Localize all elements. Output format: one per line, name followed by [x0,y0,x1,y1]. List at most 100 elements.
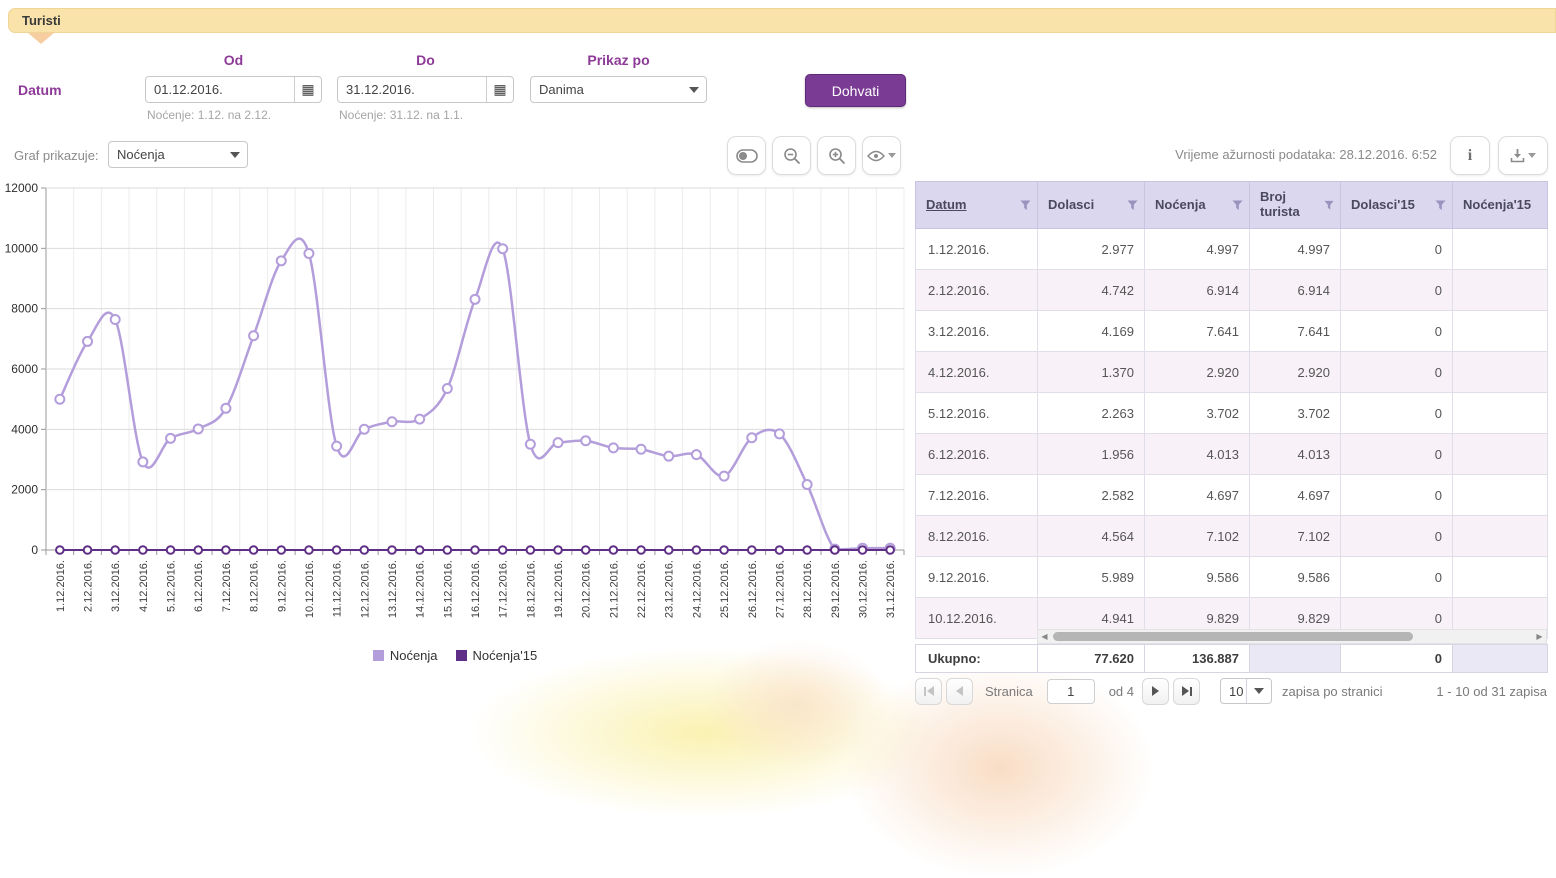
data-point-marker[interactable] [305,546,313,554]
data-point-marker[interactable] [277,546,285,554]
data-point-marker[interactable] [249,331,258,340]
fetch-button[interactable]: Dohvati [805,74,906,107]
data-point-marker[interactable] [250,546,258,554]
data-point-marker[interactable] [582,546,590,554]
date-to-input[interactable] [338,82,486,97]
data-point-marker[interactable] [111,546,119,554]
toggle-mode-button[interactable] [727,136,766,175]
data-point-marker[interactable] [139,546,147,554]
column-header-dolasci-15[interactable]: Dolasci'15 [1341,182,1453,229]
module-tab-bar: Turisti [8,8,1556,33]
data-point-marker[interactable] [84,546,92,554]
legend-item[interactable]: Noćenja'15 [456,648,538,663]
data-point-marker[interactable] [637,546,645,554]
data-point-marker[interactable] [56,546,64,554]
data-point-marker[interactable] [415,415,424,424]
calendar-icon[interactable]: ▦ [486,77,513,102]
filter-icon[interactable] [1435,200,1446,211]
data-point-marker[interactable] [527,546,535,554]
cell-value: 5.989 [1038,557,1145,598]
data-point-marker[interactable] [775,429,784,438]
previous-page-button[interactable] [946,678,973,705]
data-point-marker[interactable] [692,450,701,459]
x-axis-label: 30.12.2016. [857,560,869,618]
data-point-marker[interactable] [360,425,369,434]
data-point-marker[interactable] [748,546,756,554]
zoom-in-button[interactable] [817,136,856,175]
data-point-marker[interactable] [471,546,479,554]
data-point-marker[interactable] [747,433,756,442]
data-point-marker[interactable] [332,442,341,451]
date-from-input[interactable] [146,82,294,97]
data-point-marker[interactable] [859,546,867,554]
data-point-marker[interactable] [720,472,729,481]
data-point-marker[interactable] [803,480,812,489]
scrollbar-thumb[interactable] [1053,632,1413,641]
chart-canvas[interactable]: 0200040006000800010000120001.12.2016.2.1… [4,182,910,642]
data-point-marker[interactable] [222,546,230,554]
data-point-marker[interactable] [277,256,286,265]
scroll-right-icon[interactable]: ▶ [1533,630,1546,643]
data-point-marker[interactable] [554,546,562,554]
zoom-out-button[interactable] [772,136,811,175]
data-point-marker[interactable] [610,546,618,554]
series-visibility-button[interactable] [862,136,901,175]
chart-series-select[interactable]: Noćenja [108,141,248,168]
data-point-marker[interactable] [360,546,368,554]
data-point-marker[interactable] [83,337,92,346]
filter-icon[interactable] [1127,200,1138,211]
data-point-marker[interactable] [387,417,396,426]
data-point-marker[interactable] [665,546,673,554]
legend-item[interactable]: Noćenja [373,648,438,663]
filter-icon[interactable] [1324,200,1334,211]
data-point-marker[interactable] [499,546,507,554]
data-point-marker[interactable] [637,445,646,454]
data-point-marker[interactable] [609,443,618,452]
last-page-button[interactable] [1173,678,1200,705]
data-point-marker[interactable] [167,546,175,554]
column-header-no-enja-15[interactable]: Noćenja'15 [1453,182,1548,229]
data-point-marker[interactable] [138,457,147,466]
data-point-marker[interactable] [886,546,894,554]
data-point-marker[interactable] [664,452,673,461]
data-point-marker[interactable] [55,395,64,404]
data-point-marker[interactable] [388,546,396,554]
data-point-marker[interactable] [166,434,175,443]
info-button[interactable]: i [1450,136,1490,175]
filter-icon[interactable] [1020,200,1031,211]
filter-icon[interactable] [1232,200,1243,211]
data-point-marker[interactable] [304,249,313,258]
data-point-marker[interactable] [333,546,341,554]
grid-horizontal-scrollbar[interactable]: ◀ ▶ [1037,629,1547,644]
data-point-marker[interactable] [693,546,701,554]
prikaz-po-select[interactable]: Danima [530,76,707,103]
scroll-left-icon[interactable]: ◀ [1038,630,1051,643]
data-point-marker[interactable] [554,438,563,447]
data-point-marker[interactable] [526,440,535,449]
column-header-no-enja[interactable]: Noćenja [1145,182,1250,229]
first-page-button[interactable] [915,678,942,705]
data-point-marker[interactable] [471,295,480,304]
page-number-input[interactable] [1047,679,1095,704]
data-point-marker[interactable] [194,424,203,433]
data-point-marker[interactable] [443,384,452,393]
next-page-button[interactable] [1142,678,1169,705]
page-size-select[interactable]: 10 [1220,678,1272,704]
data-point-marker[interactable] [221,404,230,413]
data-point-marker[interactable] [498,244,507,253]
data-point-marker[interactable] [803,546,811,554]
data-point-marker[interactable] [581,436,590,445]
data-point-marker[interactable] [776,546,784,554]
date-from-field: ▦ [145,76,322,103]
calendar-icon[interactable]: ▦ [294,77,321,102]
column-header-broj-turista[interactable]: Broj turista [1250,182,1341,229]
data-point-marker[interactable] [444,546,452,554]
column-header-dolasci[interactable]: Dolasci [1038,182,1145,229]
export-button[interactable] [1498,136,1548,175]
column-header-datum[interactable]: Datum [916,182,1038,229]
data-point-marker[interactable] [111,315,120,324]
data-point-marker[interactable] [720,546,728,554]
data-point-marker[interactable] [416,546,424,554]
data-point-marker[interactable] [831,546,839,554]
data-point-marker[interactable] [194,546,202,554]
